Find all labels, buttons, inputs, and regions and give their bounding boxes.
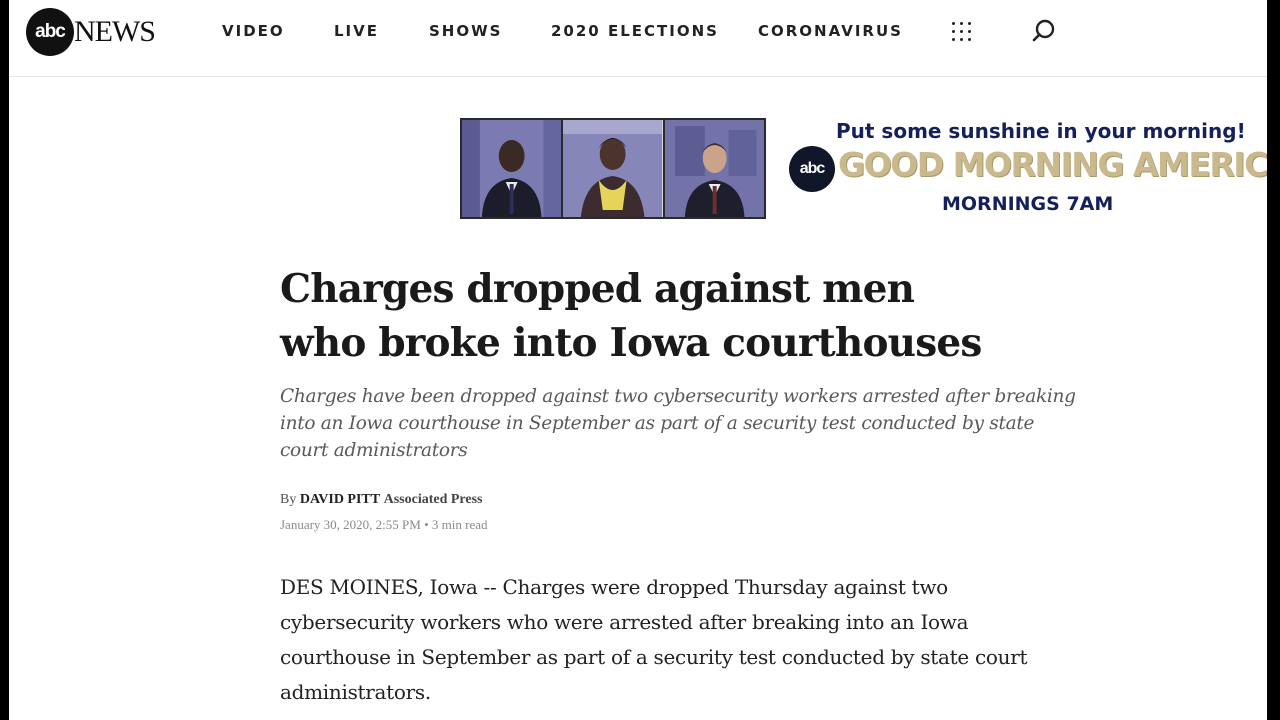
ad-host-photo [462, 120, 564, 217]
browser-page: abc NEWS VIDEO LIVE SHOWS 2020 ELECTIONS… [9, 0, 1267, 720]
byline-prefix: By [280, 492, 297, 507]
nav-coronavirus[interactable]: CORONAVIRUS [758, 20, 903, 42]
ad-abc-logo: abc [789, 146, 835, 192]
ad-host-photo [664, 120, 764, 217]
abc-news-logo[interactable]: abc NEWS [26, 8, 156, 56]
search-icon[interactable] [1031, 18, 1057, 44]
byline-author[interactable]: DAVID PITT [300, 492, 380, 507]
article-body-paragraph: DES MOINES, Iowa -- Charges were dropped… [280, 575, 1028, 704]
article-byline: By DAVID PITT Associated Press [280, 492, 483, 508]
nav-video[interactable]: VIDEO [222, 20, 285, 42]
grid-menu-icon[interactable] [951, 21, 975, 43]
news-wordmark: NEWS [74, 15, 156, 48]
publish-date: January 30, 2020, 2:55 PM [280, 517, 421, 532]
ad-tagline: Put some sunshine in your morning! [836, 119, 1246, 143]
article-dek: Charges have been dropped against two cy… [280, 386, 1076, 461]
dateline-separator: • [424, 517, 432, 532]
read-time: 3 min read [431, 517, 488, 532]
nav-live[interactable]: LIVE [334, 20, 379, 42]
nav-2020-elections[interactable]: 2020 ELECTIONS [551, 20, 719, 42]
top-navigation: abc NEWS VIDEO LIVE SHOWS 2020 ELECTIONS… [9, 0, 1267, 77]
ad-host-photo [563, 120, 665, 217]
byline-source: Associated Press [383, 492, 483, 507]
abc-logo-mark: abc [26, 8, 74, 56]
ad-schedule: MORNINGS 7AM [942, 193, 1114, 215]
ad-host-photos [460, 118, 766, 219]
ad-show-title: GOOD MORNING AMERICA [838, 145, 1267, 184]
article-dateline: January 30, 2020, 2:55 PM • 3 min read [280, 517, 488, 533]
gma-ad-banner[interactable]: Put some sunshine in your morning! abc G… [452, 113, 1267, 223]
nav-shows[interactable]: SHOWS [429, 20, 502, 42]
article-headline: Charges dropped against men who broke in… [280, 266, 982, 366]
